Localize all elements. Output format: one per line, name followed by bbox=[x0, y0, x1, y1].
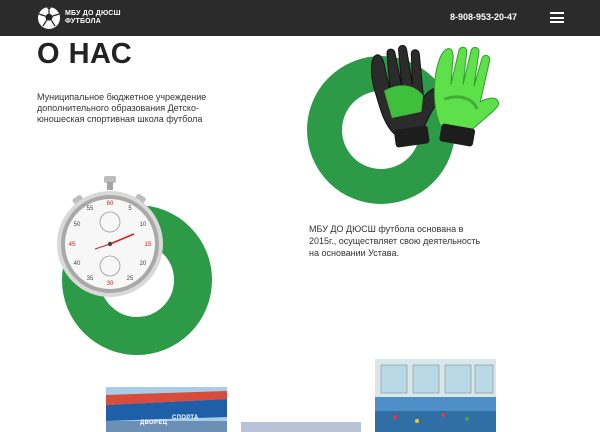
dial-number: 40 bbox=[74, 261, 81, 267]
dial-number: 50 bbox=[74, 222, 81, 228]
site-header: МБУ ДО ДЮСШ ФУТБОЛА 8-908-953-20-47 bbox=[0, 0, 600, 36]
brand-name[interactable]: МБУ ДО ДЮСШ ФУТБОЛА bbox=[65, 10, 121, 26]
intro-text: Муниципальное бюджетное учреждение допол… bbox=[37, 92, 207, 124]
stopwatch-image: 60 5 10 15 20 25 30 35 40 45 50 55 bbox=[57, 176, 163, 297]
brand-line-1: МБУ ДО ДЮСШ bbox=[65, 10, 121, 17]
dial-number: 30 bbox=[107, 281, 114, 287]
sports-palace-photo[interactable]: СПОРТА ДВОРЕЦ bbox=[106, 387, 227, 432]
dial-number: 10 bbox=[140, 222, 147, 228]
gym-hall-photo[interactable] bbox=[375, 359, 496, 432]
photo-sign-text: ДВОРЕЦ bbox=[140, 420, 168, 426]
dial-number: 55 bbox=[87, 206, 94, 212]
dial-number: 15 bbox=[145, 242, 152, 248]
photo-sign-text: СПОРТА bbox=[172, 415, 199, 421]
dial-number: 35 bbox=[87, 276, 94, 282]
dial-number: 25 bbox=[127, 276, 134, 282]
dial-number: 60 bbox=[107, 201, 114, 207]
building-photo[interactable] bbox=[241, 422, 361, 432]
phone-link[interactable]: 8-908-953-20-47 bbox=[450, 12, 517, 22]
hamburger-menu-icon[interactable] bbox=[550, 12, 564, 23]
dial-number: 20 bbox=[140, 261, 147, 267]
soccer-ball-icon[interactable] bbox=[37, 6, 61, 30]
brand-line-2: ФУТБОЛА bbox=[65, 18, 102, 25]
goalkeeper-gloves-image bbox=[371, 44, 499, 148]
founding-text: МБУ ДО ДЮСШ футбола основана в 2015г., о… bbox=[309, 224, 481, 258]
dial-number: 45 bbox=[69, 242, 76, 248]
page-title: О НАС bbox=[37, 38, 133, 70]
